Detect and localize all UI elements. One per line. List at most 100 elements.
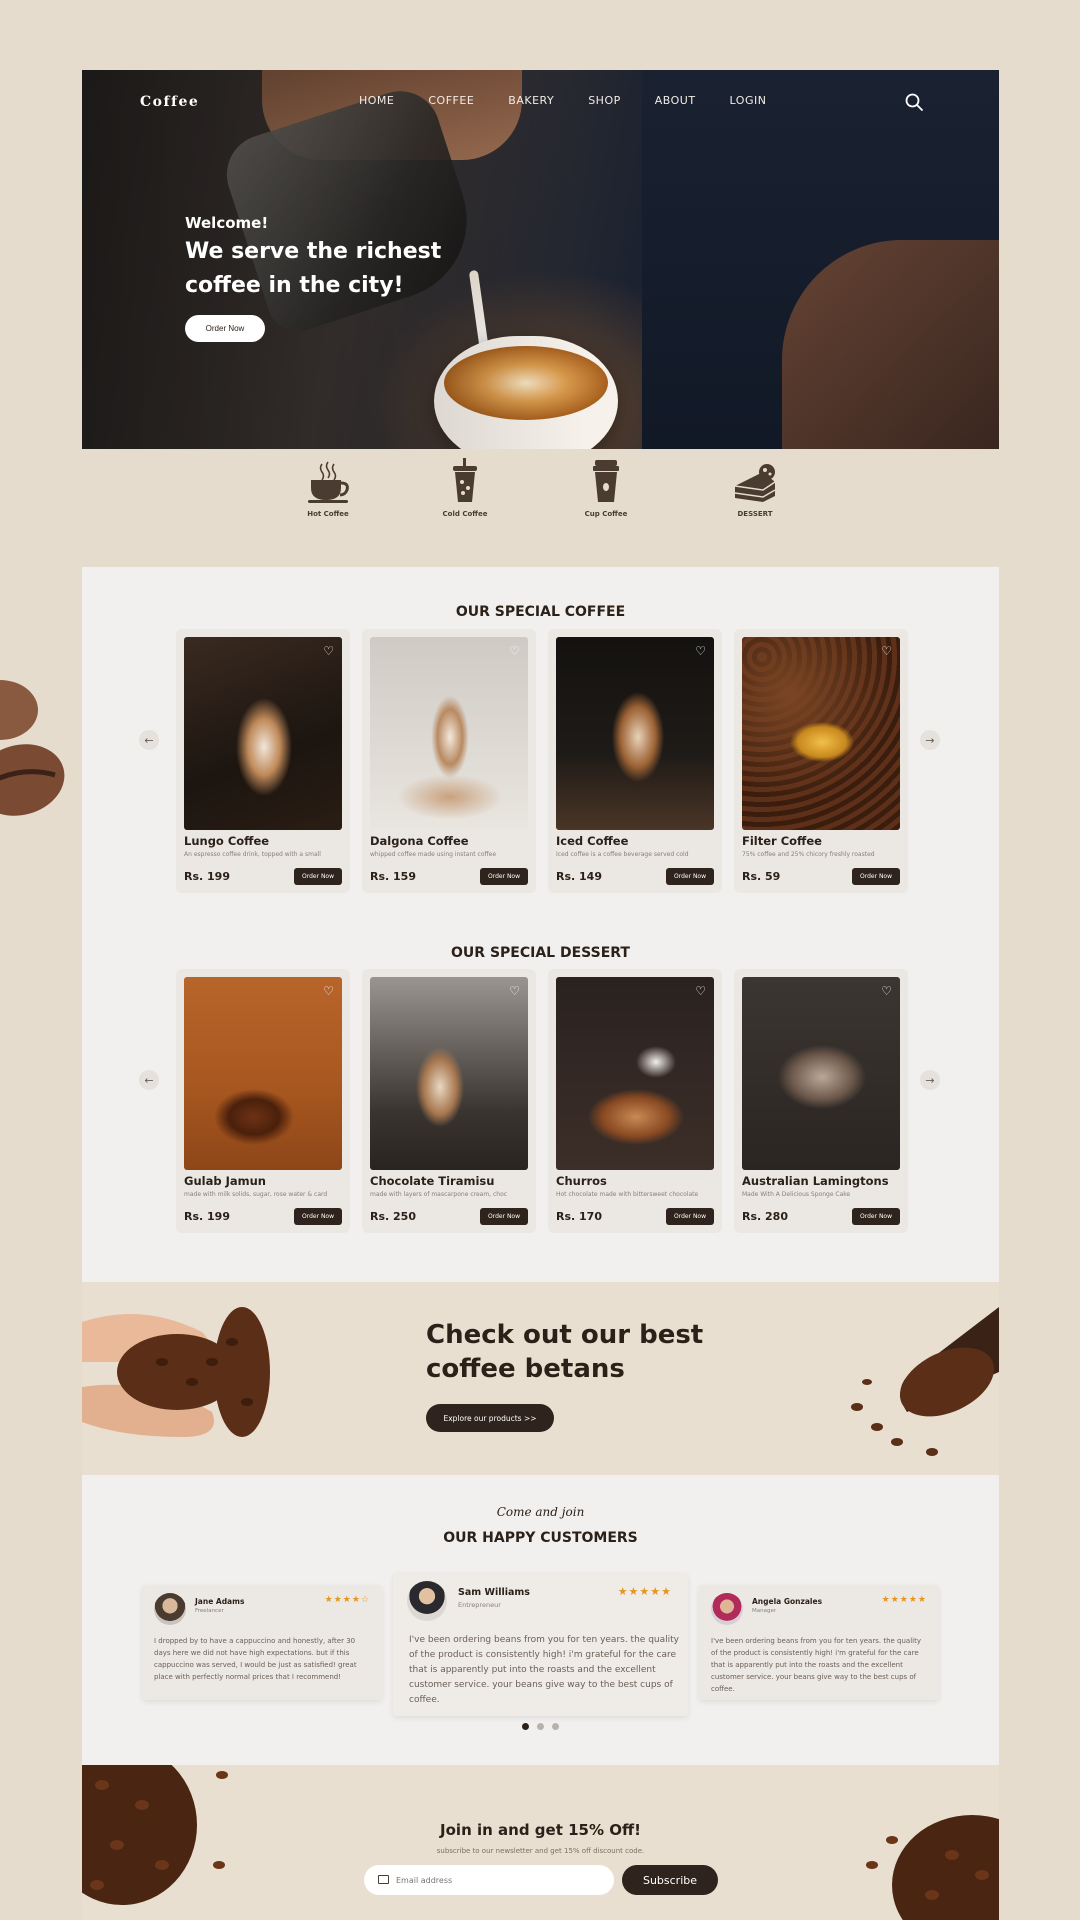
carousel-dot[interactable] [552,1723,559,1730]
product-description: whipped coffee made using instant coffee [370,851,497,858]
product-price: Rs. 59 [742,870,781,883]
product-card[interactable]: ♡ Lungo Coffee An espresso coffee drink,… [176,629,350,893]
order-now-button[interactable]: Order Now [666,868,714,885]
category-label: DESSERT [737,510,773,518]
product-description: Hot chocolate made with bittersweet choc… [556,1191,699,1198]
email-input[interactable] [364,1865,614,1895]
coffee-carousel-prev[interactable]: ← [139,730,159,750]
brand-logo[interactable]: Coffee [140,94,199,110]
heart-icon[interactable]: ♡ [695,644,706,658]
arrow-right-icon: → [925,1073,935,1087]
category-cup-coffee[interactable]: Cup Coffee [561,460,651,518]
product-card[interactable]: ♡ Filter Coffee 75% coffee and 25% chico… [734,629,908,893]
dessert-carousel-next[interactable]: → [920,1070,940,1090]
nav-about[interactable]: ABOUT [655,94,696,107]
search-icon[interactable] [904,92,924,112]
hero-banner: Coffee HOME COFFEE BAKERY SHOP ABOUT LOG… [82,70,999,449]
nav-coffee[interactable]: COFFEE [428,94,474,107]
product-name: Churros [556,1174,607,1188]
testimonial-text: I dropped by to have a cappuccino and ho… [154,1637,357,1681]
product-name: Dalgona Coffee [370,834,469,848]
testimonials-section: Come and join OUR HAPPY CUSTOMERS Jane A… [82,1475,999,1765]
products-section: OUR SPECIAL COFFEE ← → ♡ Lungo Coffee An… [82,567,999,1282]
product-card[interactable]: ♡ Gulab Jamun made with milk solids, sug… [176,969,350,1233]
churros-image: ♡ [556,977,714,1170]
product-description: 75% coffee and 25% chicory freshly roast… [742,851,875,858]
order-now-button[interactable]: Order Now [294,1208,342,1225]
carousel-dot-active[interactable] [522,1723,529,1730]
heart-icon[interactable]: ♡ [695,984,706,998]
subscribe-button[interactable]: Subscribe [622,1865,718,1895]
customer-name: Sam Williams [458,1587,530,1598]
arrow-right-icon: → [925,733,935,747]
avatar [407,1581,447,1621]
nav-shop[interactable]: SHOP [588,94,621,107]
heart-icon[interactable]: ♡ [323,644,334,658]
nav-home[interactable]: HOME [359,94,394,107]
heart-icon[interactable]: ♡ [881,984,892,998]
coffee-bean-decoration [0,680,65,816]
cold-coffee-icon [453,458,477,502]
special-coffee-title: OUR SPECIAL COFFEE [455,604,626,620]
category-cold-coffee[interactable]: Cold Coffee [420,458,510,518]
order-now-button[interactable]: Order Now [852,868,900,885]
category-label: Hot Coffee [307,510,349,518]
chocolate-tiramisu-image: ♡ [370,977,528,1170]
iced-coffee-image: ♡ [556,637,714,830]
product-description: An espresso coffee drink, topped with a … [184,851,321,858]
product-name: Filter Coffee [742,834,822,848]
order-now-button[interactable]: Order Now [666,1208,714,1225]
hands-holding-beans-image [82,1307,270,1437]
dalgona-coffee-image: ♡ [370,637,528,830]
product-description: Iced coffee is a coffee beverage served … [556,851,689,858]
scoop-of-beans-image [851,1307,999,1456]
product-card[interactable]: ♡ Dalgona Coffee whipped coffee made usi… [362,629,536,893]
star-rating: ★★★★★ [881,1595,927,1605]
category-dessert[interactable]: DESSERT [710,460,800,518]
category-hot-coffee[interactable]: Hot Coffee [283,460,373,518]
product-card[interactable]: ♡ Chocolate Tiramisu made with layers of… [362,969,536,1233]
coffee-carousel-next[interactable]: → [920,730,940,750]
product-price: Rs. 250 [370,1210,416,1223]
customer-name: Angela Gonzales [752,1597,823,1606]
order-now-button[interactable]: Order Now [480,868,528,885]
heart-icon[interactable]: ♡ [323,984,334,998]
main-nav: HOME COFFEE BAKERY SHOP ABOUT LOGIN [359,94,800,107]
customer-role: Entrepreneur [458,1601,501,1609]
heart-icon[interactable]: ♡ [509,984,520,998]
gulab-jamun-image: ♡ [184,977,342,1170]
cake-icon [734,464,776,502]
arrow-left-icon: ← [144,733,154,747]
hero-order-now-button[interactable]: Order Now [185,315,265,342]
nav-bakery[interactable]: BAKERY [508,94,554,107]
testimonial-text: I've been ordering beans from you for te… [711,1637,921,1693]
order-now-button[interactable]: Order Now [480,1208,528,1225]
heart-icon[interactable]: ♡ [509,644,520,658]
order-now-button[interactable]: Order Now [294,868,342,885]
arrow-left-icon: ← [144,1073,154,1087]
australian-lamingtons-image: ♡ [742,977,900,1170]
testimonials-title: OUR HAPPY CUSTOMERS [443,1530,638,1546]
customer-role: Freelancer [195,1608,224,1614]
newsletter-subtitle: subscribe to our newsletter and get 15% … [436,1847,645,1855]
explore-products-button[interactable]: Explore our products >> [426,1404,554,1432]
nav-login[interactable]: LOGIN [730,94,767,107]
product-name: Australian Lamingtons [742,1174,889,1188]
product-price: Rs. 199 [184,870,230,883]
carousel-dot[interactable] [537,1723,544,1730]
heart-icon[interactable]: ♡ [881,644,892,658]
dessert-carousel-prev[interactable]: ← [139,1070,159,1090]
product-card[interactable]: ♡ Australian Lamingtons Made With A Deli… [734,969,908,1233]
testimonial-card: Angela Gonzales Manager ★★★★★ I've been … [699,1585,939,1700]
lungo-coffee-image: ♡ [184,637,342,830]
beans-banner-headline: Check out our best coffee betans [426,1320,704,1384]
product-price: Rs. 170 [556,1210,602,1223]
product-card[interactable]: ♡ Iced Coffee Iced coffee is a coffee be… [548,629,722,893]
order-now-button[interactable]: Order Now [852,1208,900,1225]
product-card[interactable]: ♡ Churros Hot chocolate made with bitter… [548,969,722,1233]
testimonials-kicker: Come and join [496,1505,585,1519]
avatar [711,1593,743,1625]
newsletter-section: Join in and get 15% Off! subscribe to ou… [82,1765,999,1920]
product-description: Made With A Delicious Sponge Cake [742,1191,851,1198]
hero-headline: We serve the richest coffee in the city! [185,239,442,298]
